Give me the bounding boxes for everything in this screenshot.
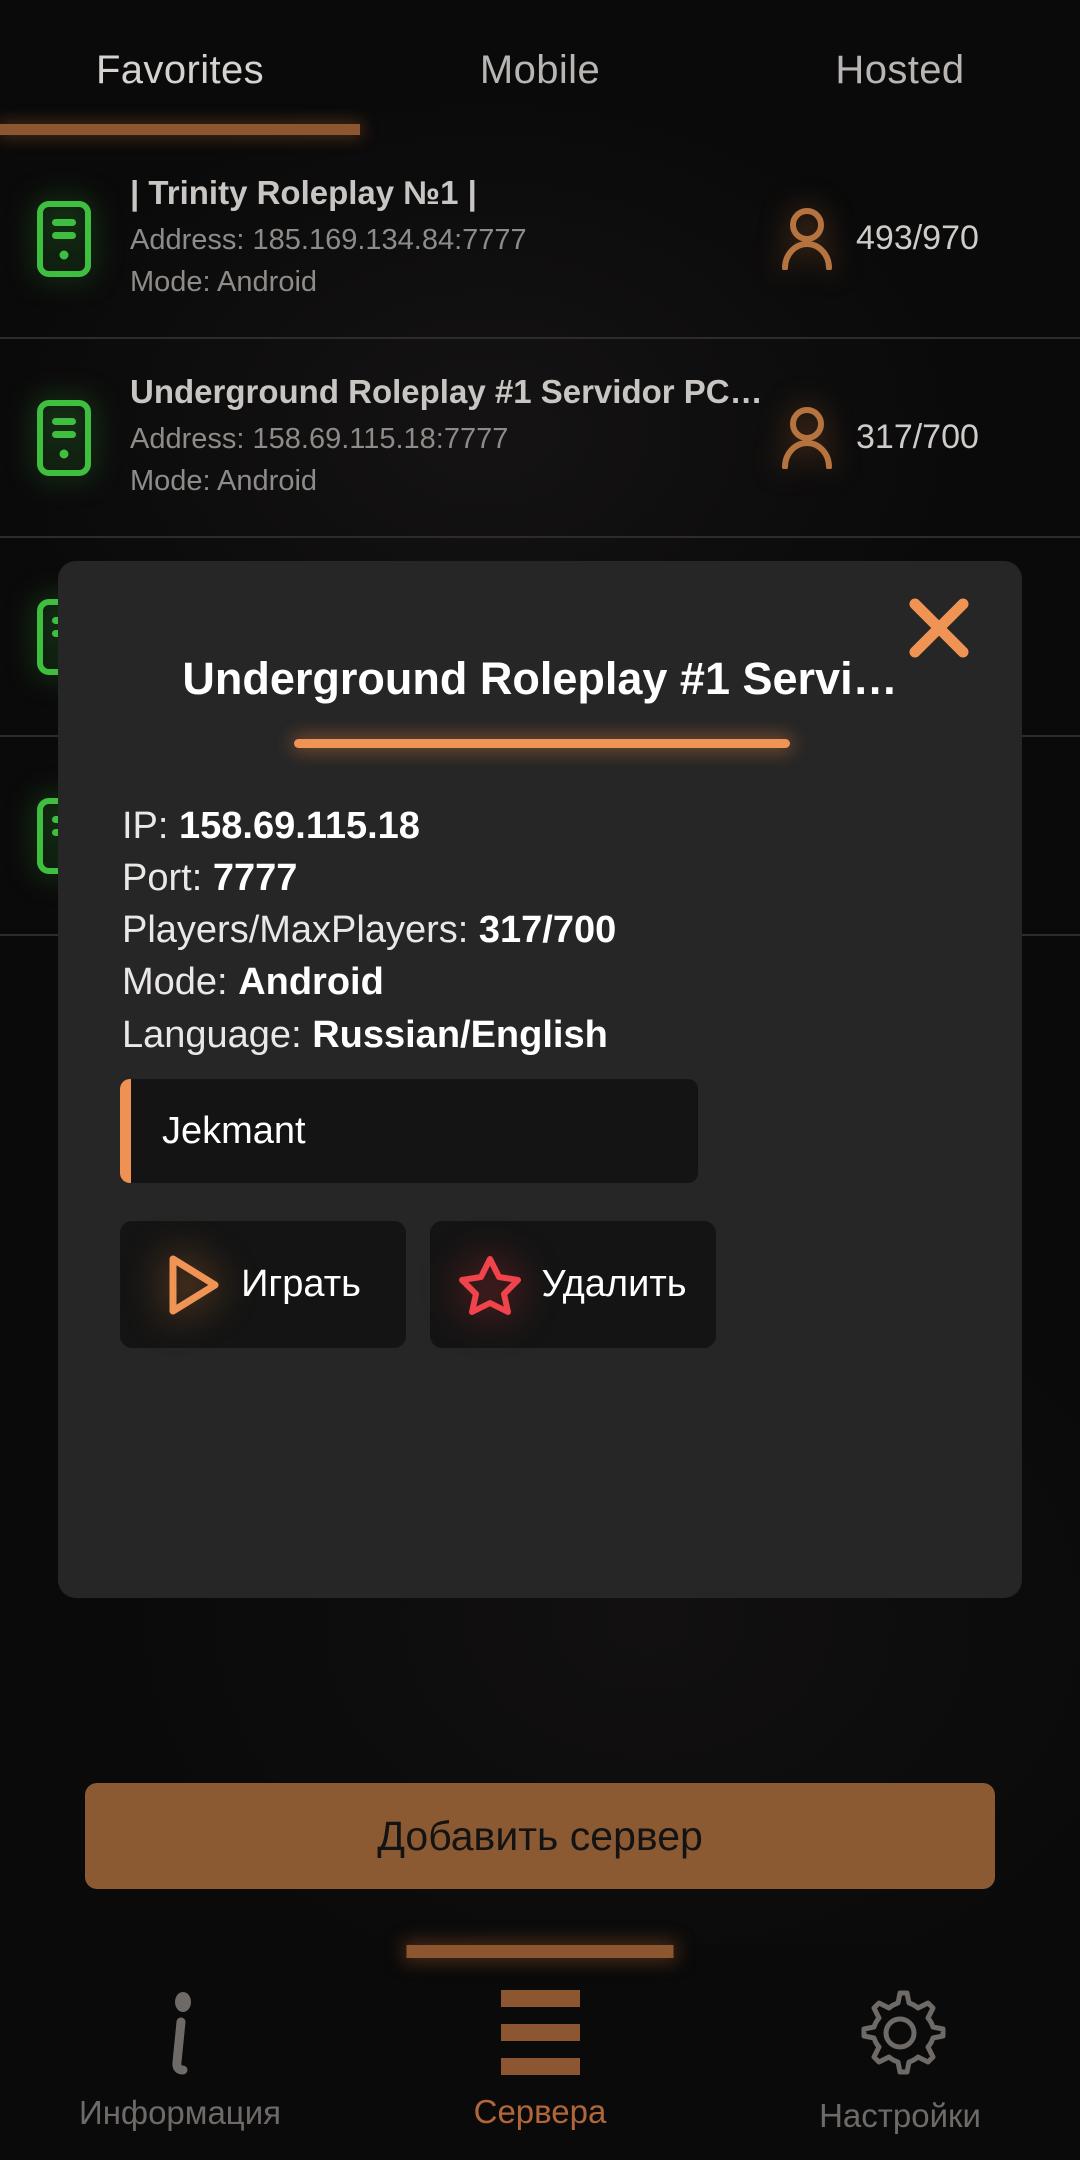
detail-port-value: 7777 bbox=[212, 857, 298, 900]
detail-players: Players/MaxPlayers: 317/700 bbox=[122, 911, 616, 950]
nav-item-servers[interactable]: Сервера bbox=[360, 1945, 720, 2160]
nav-item-servers-label: Сервера bbox=[473, 2093, 607, 2130]
dialog-actions: Играть Удалить bbox=[120, 1221, 716, 1348]
play-button-label: Играть bbox=[241, 1263, 361, 1305]
detail-mode: Mode: Android bbox=[122, 963, 616, 1002]
dialog-title: Underground Roleplay #1 Servi… bbox=[182, 653, 898, 704]
detail-ip: IP: 158.69.115.18 bbox=[122, 805, 616, 847]
detail-port: Port: 7777 bbox=[122, 859, 616, 898]
add-server-button[interactable]: Добавить сервер bbox=[85, 1783, 995, 1889]
detail-language-value: Russian/English bbox=[312, 1013, 608, 1056]
info-icon bbox=[172, 1991, 191, 2074]
detail-language-label: Language: bbox=[122, 1013, 302, 1056]
nav-item-settings-label: Настройки bbox=[819, 2096, 981, 2134]
menu-icon bbox=[500, 1990, 580, 2075]
nickname-input[interactable]: Jekmant bbox=[120, 1079, 698, 1183]
nav-active-indicator bbox=[406, 1945, 674, 1958]
nav-item-settings[interactable]: Настройки bbox=[720, 1945, 1080, 2160]
dialog-details-list: IP: 158.69.115.18 Port: 7777 Players/Max… bbox=[122, 805, 616, 1068]
detail-port-label: Port: bbox=[122, 857, 203, 900]
bottom-nav: Информация Сервера Настройки bbox=[0, 1945, 1080, 2160]
nickname-value: Jekmant bbox=[162, 1109, 306, 1152]
detail-ip-value: 158.69.115.18 bbox=[179, 805, 420, 847]
nickname-accent-bar bbox=[120, 1079, 131, 1183]
detail-ip-label: IP: bbox=[122, 805, 169, 847]
delete-button[interactable]: Удалить bbox=[430, 1221, 716, 1348]
nav-item-information[interactable]: Информация bbox=[0, 1945, 360, 2160]
delete-button-label: Удалить bbox=[541, 1263, 687, 1305]
detail-mode-value: Android bbox=[238, 961, 384, 1004]
gear-icon bbox=[861, 1990, 946, 2074]
detail-mode-label: Mode: bbox=[122, 961, 228, 1004]
play-icon bbox=[169, 1255, 219, 1314]
dialog-title-underline bbox=[294, 739, 790, 748]
detail-players-label: Players/MaxPlayers: bbox=[122, 909, 469, 952]
star-icon bbox=[459, 1255, 522, 1315]
close-icon bbox=[909, 598, 969, 658]
play-button[interactable]: Играть bbox=[120, 1221, 406, 1348]
detail-language: Language: Russian/English bbox=[122, 1013, 616, 1056]
detail-players-value: 317/700 bbox=[478, 909, 617, 952]
server-details-dialog: Underground Roleplay #1 Servi… IP: 158.6… bbox=[58, 561, 1022, 1598]
app-root: Favorites Mobile Hosted | Trinity Rolepl… bbox=[0, 0, 1080, 2160]
nav-item-information-label: Информация bbox=[78, 2093, 282, 2131]
add-server-label: Добавить сервер bbox=[377, 1812, 703, 1859]
